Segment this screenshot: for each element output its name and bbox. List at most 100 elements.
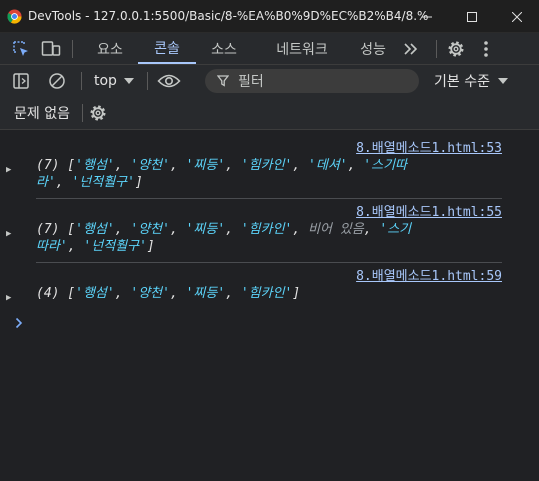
filter-input[interactable]: 필터 bbox=[205, 69, 419, 93]
customize-menu-button[interactable] bbox=[475, 38, 497, 60]
array-item: '행섬' bbox=[75, 158, 115, 173]
filter-icon bbox=[217, 75, 229, 87]
sidebar-toggle-button[interactable] bbox=[10, 70, 32, 92]
message-source-link[interactable]: 8.배열메소드1.html:59 bbox=[36, 268, 502, 285]
console-settings-button[interactable] bbox=[87, 102, 109, 124]
maximize-icon bbox=[466, 11, 477, 22]
separator: , bbox=[169, 158, 186, 173]
array-suffix: ] bbox=[292, 286, 301, 301]
separator: , bbox=[114, 222, 131, 237]
array-item: '행섬' bbox=[75, 222, 115, 237]
separator: , bbox=[225, 286, 241, 301]
array-suffix: ] bbox=[146, 239, 155, 254]
log-level-dropdown[interactable]: 기본 수준 bbox=[434, 71, 508, 91]
array-item: 라' bbox=[36, 175, 56, 190]
separator: , bbox=[169, 286, 186, 301]
message-source-link[interactable]: 8.배열메소드1.html:55 bbox=[36, 204, 502, 221]
separator: , bbox=[169, 222, 186, 237]
minimize-button[interactable] bbox=[404, 0, 449, 33]
message-divider bbox=[36, 198, 502, 199]
array-item: '힘카인' bbox=[240, 158, 293, 173]
toolbar-divider bbox=[81, 104, 83, 122]
gear-icon bbox=[448, 41, 464, 56]
issues-status[interactable]: 문제 없음 bbox=[14, 103, 70, 123]
settings-button[interactable] bbox=[445, 38, 467, 60]
message-body[interactable]: ▶ (4) ['행섬', '양천', '찌등', '힘카인'] bbox=[6, 285, 502, 303]
array-item: '찌등' bbox=[185, 286, 226, 301]
separator: , bbox=[225, 158, 241, 173]
inspect-element-icon bbox=[13, 40, 28, 56]
empty-slot: 비어 있음 bbox=[308, 222, 364, 237]
separator: , bbox=[292, 222, 309, 237]
message-body[interactable]: ▶ (7) ['행섬', '양천', '찌등', '힘카인', 비어 있음, '… bbox=[6, 221, 502, 255]
device-toolbar-button[interactable] bbox=[40, 38, 62, 60]
issues-bar: 문제 없음 bbox=[0, 97, 539, 130]
separator: , bbox=[347, 158, 364, 173]
log-level-label: 기본 수준 bbox=[434, 74, 490, 90]
array-item: '찌등' bbox=[185, 222, 226, 237]
tab-sources[interactable]: 소스 bbox=[196, 33, 252, 64]
tab-console[interactable]: 콘솔 bbox=[138, 33, 196, 64]
minimize-icon bbox=[421, 16, 432, 17]
panel-tab-bar: 요소 콘솔 소스 네트워크 성능 bbox=[0, 33, 539, 65]
context-label: top bbox=[94, 73, 117, 89]
array-item: '찌등' bbox=[185, 158, 226, 173]
tab-performance[interactable]: 성능 bbox=[352, 33, 394, 64]
device-toggle-icon bbox=[41, 40, 61, 56]
array-item: '양천' bbox=[130, 158, 170, 173]
clear-console-button[interactable] bbox=[46, 70, 68, 92]
console-toolbar: top 필터 기본 수준 bbox=[0, 65, 539, 97]
caret-down-icon bbox=[123, 78, 134, 84]
tab-divider bbox=[72, 39, 73, 58]
array-item: '넌적훨구' bbox=[83, 239, 147, 254]
more-tabs-button[interactable] bbox=[400, 38, 422, 60]
array-item: '양천' bbox=[130, 222, 170, 237]
kebab-menu-icon bbox=[484, 40, 488, 57]
array-prefix: (7) [ bbox=[36, 222, 76, 237]
chevron-double-right-icon bbox=[404, 42, 418, 55]
live-expression-button[interactable] bbox=[156, 70, 182, 92]
array-item: '힘카인' bbox=[240, 222, 293, 237]
separator: , bbox=[363, 222, 380, 237]
array-prefix: (7) [ bbox=[36, 158, 76, 173]
console-prompt-chevron-icon[interactable] bbox=[15, 317, 23, 329]
eye-icon bbox=[157, 74, 181, 88]
message-body[interactable]: ▶ (7) ['행섬', '양천', '찌등', '힘카인', '데셔', '스… bbox=[6, 157, 502, 191]
filter-placeholder: 필터 bbox=[238, 74, 264, 90]
array-suffix: ] bbox=[134, 175, 143, 190]
separator: , bbox=[114, 286, 131, 301]
separator: , bbox=[292, 158, 309, 173]
console-message: 8.배열메소드1.html:55 ▶ (7) ['행섬', '양천', '찌등'… bbox=[6, 204, 502, 255]
separator: , bbox=[67, 239, 84, 254]
array-prefix: (4) [ bbox=[36, 286, 76, 301]
array-item: '스기 bbox=[379, 222, 412, 237]
maximize-button[interactable] bbox=[449, 0, 494, 33]
toolbar-divider bbox=[81, 72, 82, 90]
tab-divider bbox=[436, 39, 437, 58]
inspect-element-button[interactable] bbox=[10, 38, 32, 60]
tab-elements[interactable]: 요소 bbox=[82, 33, 138, 64]
console-message: 8.배열메소드1.html:53 ▶ (7) ['행섬', '양천', '찌등'… bbox=[6, 140, 502, 191]
array-item: '힘카인' bbox=[240, 286, 293, 301]
gear-icon bbox=[90, 105, 106, 121]
close-icon bbox=[511, 11, 522, 22]
separator: , bbox=[225, 222, 241, 237]
close-button[interactable] bbox=[494, 0, 539, 33]
expand-triangle-icon[interactable]: ▶ bbox=[6, 290, 11, 307]
window-title: DevTools - 127.0.0.1:5500/Basic/8-%EA%B0… bbox=[28, 9, 428, 23]
message-source-link[interactable]: 8.배열메소드1.html:53 bbox=[36, 140, 502, 157]
array-item: '행섬' bbox=[75, 286, 115, 301]
array-item: '데셔' bbox=[308, 158, 348, 173]
clear-console-icon bbox=[49, 73, 65, 89]
chrome-logo-icon bbox=[7, 8, 22, 24]
array-item: 따라' bbox=[36, 239, 68, 254]
expand-triangle-icon[interactable]: ▶ bbox=[6, 162, 11, 179]
tab-network[interactable]: 네트워크 bbox=[252, 33, 352, 64]
array-item: '스기따 bbox=[363, 158, 407, 173]
console-output: 8.배열메소드1.html:53 ▶ (7) ['행섬', '양천', '찌등'… bbox=[0, 130, 539, 481]
separator: , bbox=[114, 158, 131, 173]
array-item: '양천' bbox=[130, 286, 170, 301]
expand-triangle-icon[interactable]: ▶ bbox=[6, 226, 11, 243]
toolbar-divider bbox=[146, 72, 148, 90]
context-selector[interactable]: top bbox=[94, 73, 134, 89]
